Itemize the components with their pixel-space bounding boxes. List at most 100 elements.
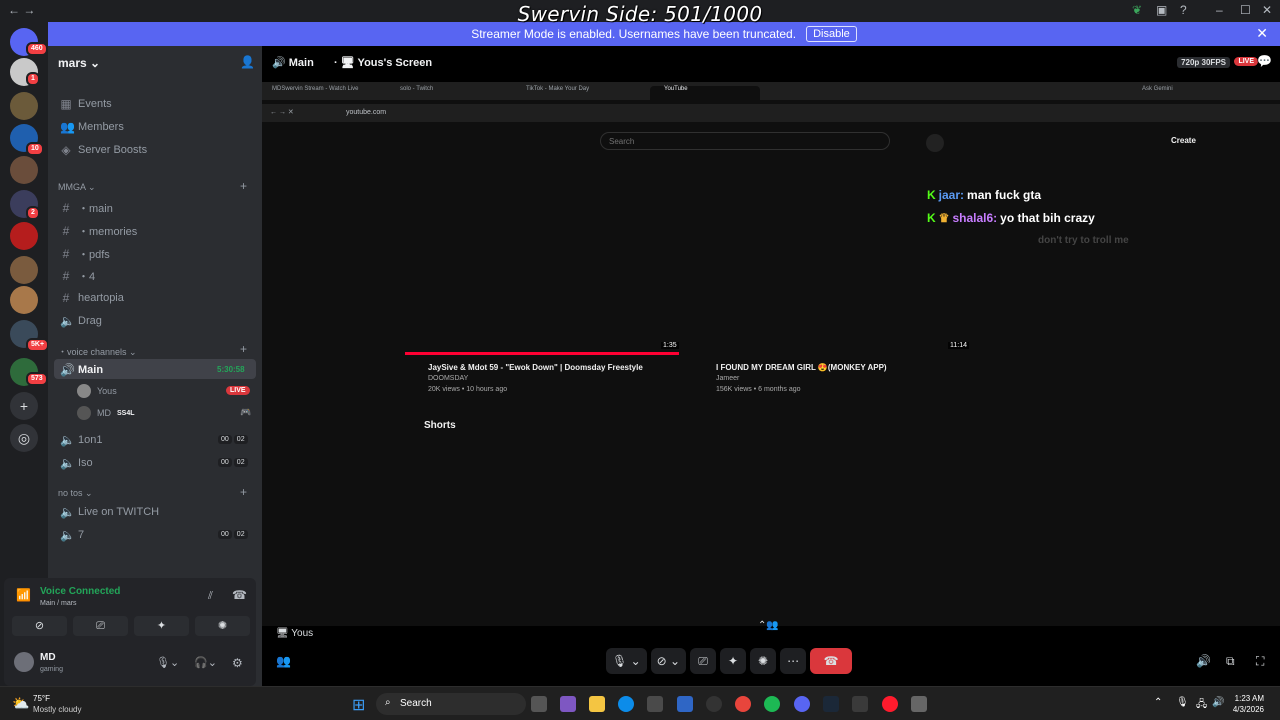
channel-drag[interactable]: 🔈 Drag [60, 314, 102, 328]
url-text[interactable]: youtube.com [346, 109, 386, 116]
category-no-tos[interactable]: no tos ⌄ [58, 488, 93, 499]
server-icon[interactable] [10, 286, 38, 314]
leave-call-button[interactable]: ☎ [810, 648, 853, 674]
popout-icon[interactable]: ⧉ [1226, 654, 1235, 669]
tray-chevron-icon[interactable]: ⌃ [1154, 697, 1162, 708]
stream-quality[interactable]: 720p 30FPS [1177, 57, 1230, 68]
voice-location[interactable]: Main / mars [40, 600, 77, 607]
activities-icon[interactable]: ✦ [720, 648, 747, 674]
channel-main[interactable]: # ・main [60, 200, 113, 216]
disable-streamer-button[interactable]: Disable [806, 26, 857, 42]
add-channel-icon[interactable]: + [240, 179, 247, 193]
soundboard-icon[interactable]: ✺ [195, 616, 250, 636]
server-icon[interactable] [10, 92, 38, 120]
voice-status[interactable]: Voice Connected [40, 586, 120, 597]
members-item[interactable]: 👥 Members [60, 120, 124, 134]
voice-channel-7[interactable]: 🔈 7 [60, 528, 84, 542]
more-options-icon[interactable]: ⋯ [780, 648, 807, 674]
voice-channel-iso[interactable]: 🔈 Iso [60, 456, 93, 470]
discord-icon[interactable] [794, 696, 810, 712]
add-channel-icon[interactable]: + [240, 342, 247, 356]
browser-tab[interactable]: TikTok - Make Your Day [526, 86, 636, 100]
weather-icon[interactable]: ⛅ [12, 695, 29, 712]
clock[interactable]: 1:23 AM 4/3/2026 [1233, 693, 1264, 715]
server-icon[interactable] [10, 222, 38, 250]
channel-heartopia[interactable]: # heartopia [60, 291, 124, 305]
app-icon[interactable] [852, 696, 868, 712]
spotify-icon[interactable] [764, 696, 780, 712]
browser-tab-active[interactable]: YouTube [650, 86, 760, 100]
mic-tray-icon[interactable]: 🎙 [1176, 697, 1189, 708]
video-title[interactable]: I FOUND MY DREAM GIRL 😍(MONKEY APP) [716, 363, 986, 372]
steam-icon[interactable] [823, 696, 839, 712]
events-item[interactable]: ▦ Events [60, 97, 111, 111]
browser-tab[interactable]: solo - Twitch [400, 86, 510, 100]
create-button[interactable]: Create [1171, 136, 1196, 145]
video-title[interactable]: JaySive & Mdot 59 - "Ewok Down" | Doomsd… [428, 363, 698, 372]
microphone-icon[interactable]: 🎙 ⌄ [606, 648, 647, 674]
camera-off-icon[interactable]: ⊘ [12, 616, 67, 636]
server-icon[interactable] [10, 156, 38, 184]
video-channel[interactable]: Jameer [716, 375, 986, 382]
copilot-icon[interactable] [560, 696, 576, 712]
category-mmga[interactable]: MMGA ⌄ [58, 182, 96, 193]
add-user-icon[interactable]: 👥 [276, 654, 291, 668]
stream-channel[interactable]: 🔊 Main [272, 56, 314, 69]
channel-pdfs[interactable]: # ・pdfs [60, 246, 110, 262]
video-card[interactable]: I FOUND MY DREAM GIRL 😍(MONKEY APP) Jame… [716, 363, 986, 393]
network-icon[interactable]: 🖧 [1196, 697, 1207, 714]
voice-member[interactable]: Yous [77, 384, 117, 398]
headphones-icon[interactable]: 🎧⌄ [194, 656, 217, 669]
channel-memories[interactable]: # ・memories [60, 223, 138, 239]
edge-icon[interactable] [618, 696, 634, 712]
microphone-icon[interactable]: 🎙⌄ [156, 656, 179, 669]
chat-icon[interactable]: 💬 [1257, 54, 1272, 68]
mail-icon[interactable] [677, 696, 693, 712]
opera-icon[interactable] [882, 696, 898, 712]
stream-view[interactable]: MDSwervin Stream - Watch Live solo - Twi… [262, 82, 1280, 626]
snipping-tool-icon[interactable] [911, 696, 927, 712]
file-explorer-icon[interactable] [589, 696, 605, 712]
screen-share-icon[interactable]: ⎚ [690, 648, 717, 674]
soundboard-icon[interactable]: ✺ [750, 648, 777, 674]
weather-temp[interactable]: 75°F [33, 694, 50, 703]
activities-icon[interactable]: ✦ [134, 616, 189, 636]
task-view-icon[interactable] [531, 696, 547, 712]
voice-channel-main-label[interactable]: 🔊 Main [60, 363, 103, 377]
invite-icon[interactable]: 👤 [240, 55, 255, 69]
disconnect-icon[interactable]: ☎ [232, 588, 247, 602]
server-icon[interactable] [10, 256, 38, 284]
fullscreen-icon[interactable]: ⛶ [1256, 654, 1264, 669]
avatar[interactable] [14, 652, 34, 672]
user-name[interactable]: MD [40, 652, 56, 663]
noise-suppression-icon[interactable]: ⫽ [208, 590, 213, 603]
store-icon[interactable] [647, 696, 663, 712]
video-channel[interactable]: DOOMSDAY [428, 375, 698, 382]
voice-channel-twitch[interactable]: 🔈 Live on TWITCH [60, 505, 159, 519]
voice-channel-1on1[interactable]: 🔈 1on1 [60, 433, 102, 447]
screen-share-icon[interactable]: ⎚ [73, 616, 128, 636]
start-icon[interactable]: ⊞ [352, 695, 365, 715]
video-card[interactable]: JaySive & Mdot 59 - "Ewok Down" | Doomsd… [428, 363, 698, 393]
chevron-up-icon[interactable]: ⌃👥 [758, 620, 779, 631]
chrome-icon[interactable] [735, 696, 751, 712]
app-icon[interactable] [706, 696, 722, 712]
add-server-icon[interactable]: + [10, 392, 38, 420]
guild-name[interactable]: mars ⌄ [58, 56, 100, 70]
nav-arrows-icon[interactable]: ← → ✕ [270, 108, 294, 116]
taskbar-search[interactable]: Search [376, 693, 526, 715]
channel-4[interactable]: # ・4 [60, 268, 95, 284]
ask-gemini-button[interactable]: Ask Gemini [1142, 86, 1202, 100]
server-boosts-item[interactable]: ◈ Server Boosts [60, 143, 147, 157]
discover-icon[interactable]: ◎ [10, 424, 38, 452]
category-voice[interactable]: ・voice channels ⌄ [58, 345, 137, 358]
youtube-search[interactable]: Search [600, 132, 890, 150]
voice-search-icon[interactable] [926, 134, 944, 152]
volume-icon[interactable]: 🔊 [1196, 654, 1211, 668]
volume-icon[interactable]: 🔊 [1212, 697, 1224, 708]
settings-gear-icon[interactable]: ⚙ [232, 656, 243, 670]
close-banner-icon[interactable]: ✕ [1256, 25, 1268, 42]
camera-off-icon[interactable]: ⊘ ⌄ [650, 648, 687, 674]
weather-desc[interactable]: Mostly cloudy [33, 705, 81, 714]
add-channel-icon[interactable]: + [240, 485, 247, 499]
